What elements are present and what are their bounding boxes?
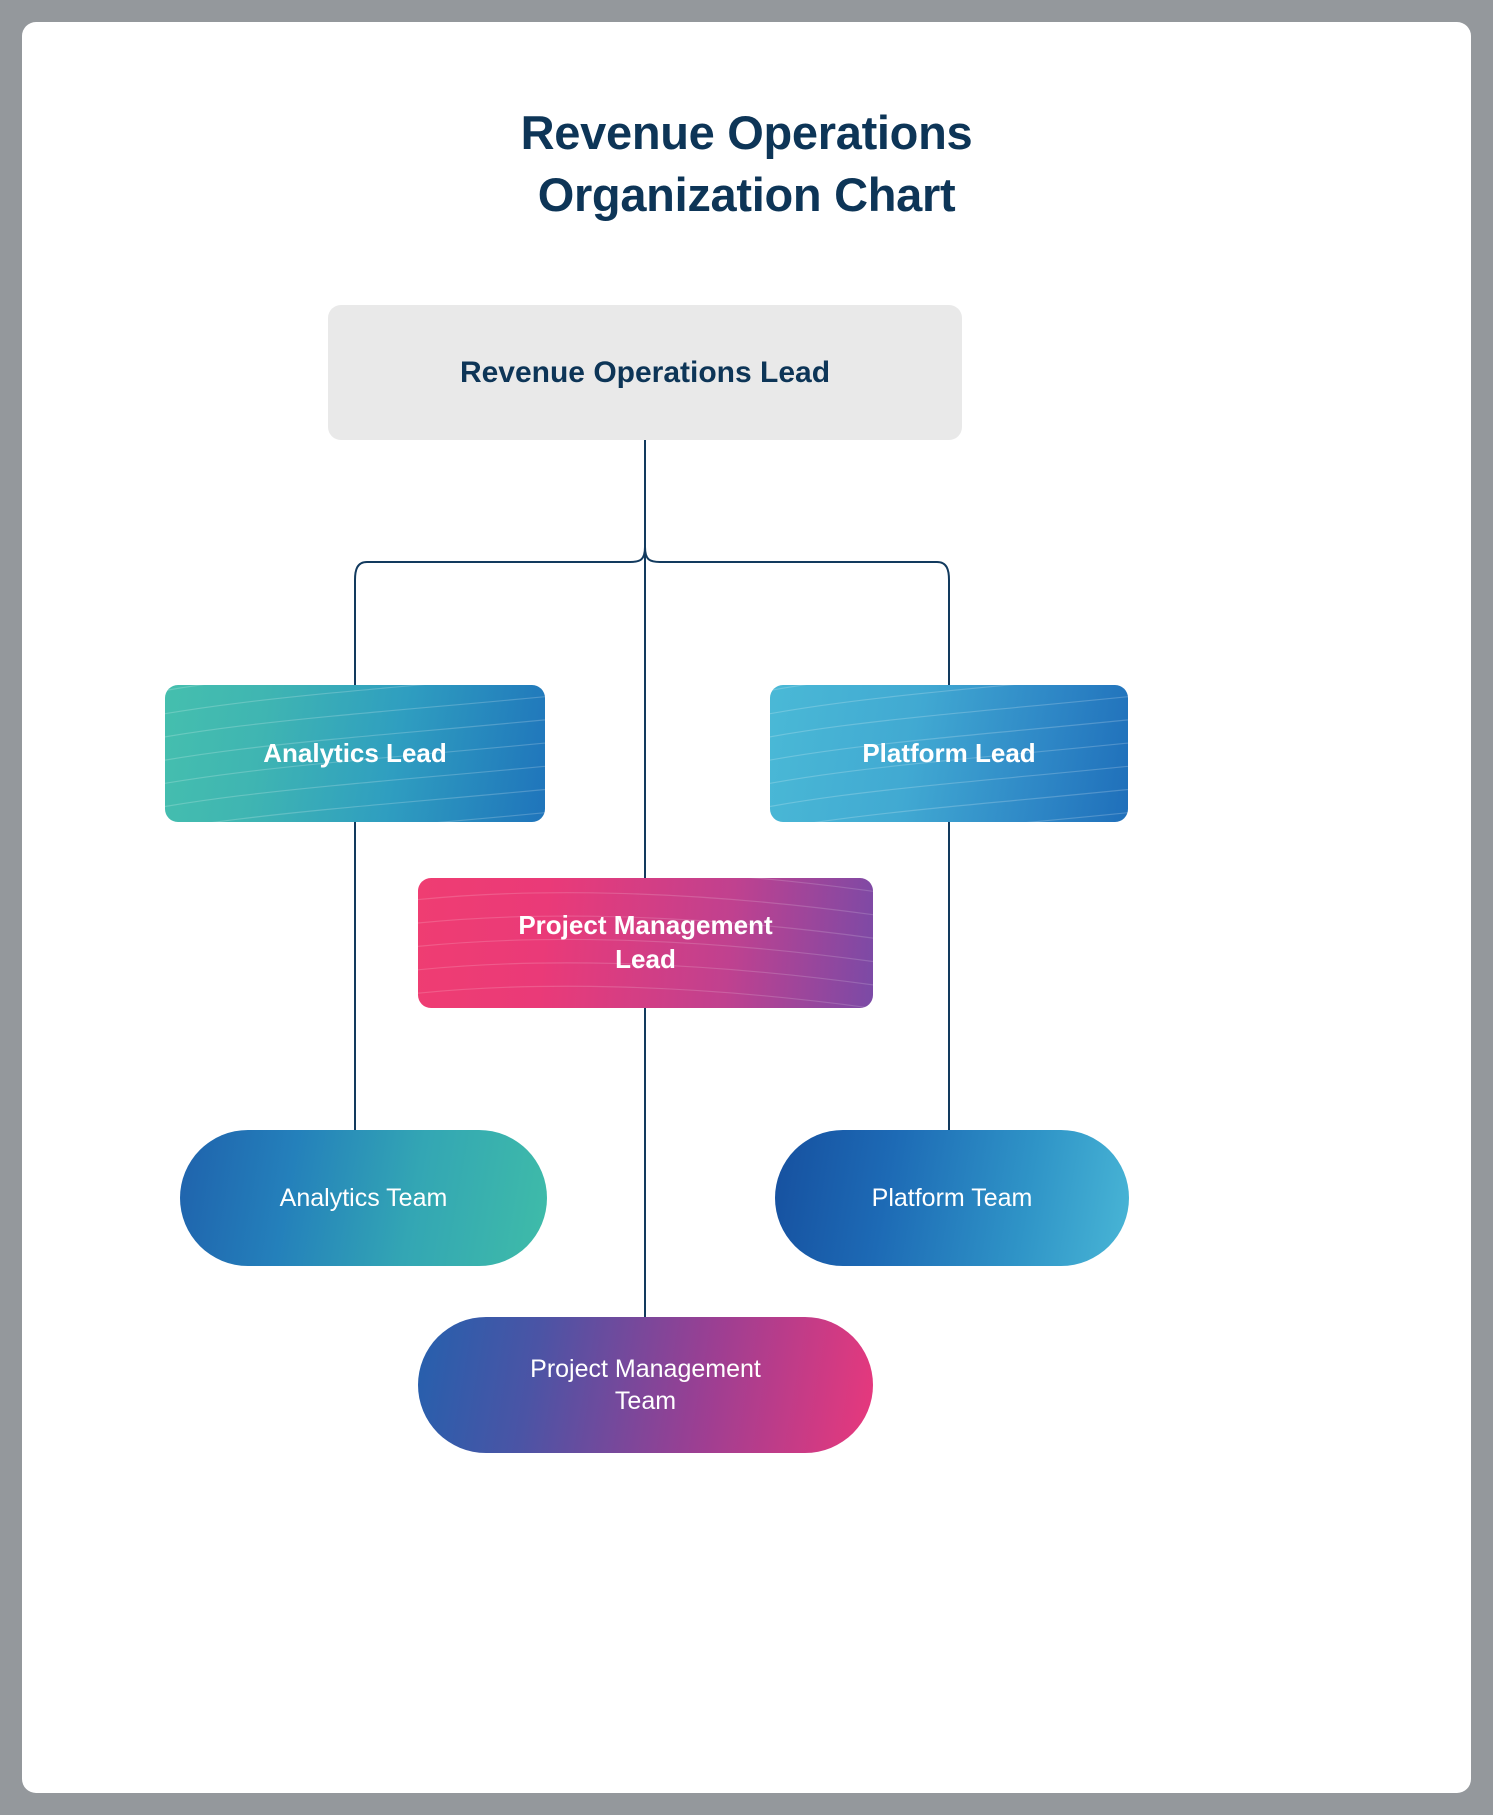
connector-root-to-platform-lead: [644, 546, 950, 685]
node-project-management-lead[interactable]: Project Management Lead: [418, 878, 873, 1008]
node-analytics-lead[interactable]: Analytics Lead: [165, 685, 545, 822]
node-label: Analytics Lead: [263, 737, 447, 768]
connector-root-to-analytics-lead: [354, 546, 646, 685]
node-label-line-1: Project Management: [530, 1354, 761, 1383]
node-label: Platform Lead: [862, 737, 1036, 768]
node-analytics-team[interactable]: Analytics Team: [180, 1130, 547, 1266]
page-title-line-1: Revenue Operations: [520, 106, 973, 159]
node-label-line-2: Lead: [615, 944, 676, 974]
node-label: Platform Team: [871, 1183, 1033, 1212]
node-label: Project Management Team: [508, 1353, 783, 1418]
node-label-line-2: Team: [614, 1387, 677, 1415]
node-revenue-operations-lead[interactable]: Revenue Operations Lead: [328, 305, 962, 440]
node-label: Revenue Operations Lead: [459, 356, 831, 389]
node-platform-team[interactable]: Platform Team: [775, 1130, 1129, 1266]
node-project-management-team[interactable]: Project Management Team: [418, 1317, 873, 1453]
page-title-line-2: Organization Chart: [537, 168, 956, 222]
node-label: Analytics Team: [279, 1183, 448, 1212]
chart-card: Revenue Operations Organization Chart Re…: [22, 22, 1471, 1793]
node-label-line-1: Project Management: [518, 910, 773, 941]
node-label: Project Management Lead: [496, 909, 794, 977]
page-title: Revenue Operations Organization Chart: [22, 102, 1471, 226]
node-platform-lead[interactable]: Platform Lead: [770, 685, 1128, 822]
org-chart-canvas: Revenue Operations Organization Chart Re…: [22, 22, 1471, 1793]
